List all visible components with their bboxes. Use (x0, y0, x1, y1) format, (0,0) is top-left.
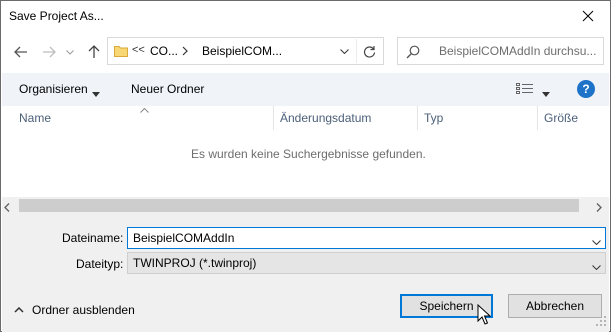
breadcrumb-overflow[interactable]: << (132, 44, 145, 56)
address-bar[interactable]: << CO... BeispielCOM... (107, 37, 384, 65)
horizontal-scrollbar[interactable] (2, 197, 609, 214)
refresh-button[interactable] (356, 39, 382, 63)
arrow-right-icon (43, 46, 56, 58)
save-form: Dateiname: BeispielCOMAddIn Dateityp: TW… (2, 214, 609, 332)
up-button[interactable] (83, 39, 105, 65)
column-divider[interactable] (273, 106, 274, 130)
cancel-button[interactable]: Abbrechen (508, 294, 602, 318)
forward-button[interactable] (37, 39, 61, 65)
back-button[interactable] (9, 39, 33, 65)
cancel-button-label: Abbrechen (525, 299, 585, 313)
chevron-down-icon[interactable] (592, 234, 601, 248)
organize-button[interactable]: Organisieren (19, 82, 88, 96)
chevron-down-icon (592, 259, 601, 273)
window-title: Save Project As... (9, 9, 104, 23)
filetype-label: Dateityp: (76, 257, 124, 271)
scrollbar-thumb[interactable] (19, 199, 579, 212)
column-divider[interactable] (417, 106, 418, 130)
arrow-up-icon (88, 45, 100, 58)
help-button[interactable]: ? (577, 80, 595, 98)
chevron-up-icon (14, 307, 24, 313)
arrow-left-icon (14, 46, 27, 58)
filename-field[interactable]: BeispielCOMAddIn (127, 227, 606, 249)
save-button-label: Speichern (419, 299, 474, 313)
save-dialog: Save Project As... << CO... BeispielCOM.… (0, 0, 611, 332)
close-button[interactable] (566, 1, 610, 31)
chevron-right-icon[interactable] (182, 45, 188, 59)
close-icon (582, 10, 594, 22)
search-input[interactable]: BeispielCOMAddIn durchsu... (397, 37, 604, 65)
scroll-left-icon[interactable] (4, 201, 10, 215)
scroll-right-icon[interactable] (596, 201, 602, 215)
column-name[interactable]: Name (19, 111, 51, 125)
breadcrumb-segment[interactable]: BeispielCOM... (202, 44, 282, 58)
search-placeholder: BeispielCOMAddIn durchsu... (439, 44, 597, 58)
column-divider[interactable] (537, 106, 538, 130)
empty-results-message: Es wurden keine Suchergebnisse gefunden. (191, 147, 426, 161)
column-date[interactable]: Änderungsdatum (280, 111, 371, 125)
breadcrumb-segment[interactable]: CO... (150, 44, 178, 58)
chevron-down-icon (66, 49, 74, 55)
folder-icon (114, 44, 128, 61)
command-bar: Organisieren Neuer Ordner ? (2, 73, 609, 106)
refresh-icon (363, 45, 376, 58)
chevron-down-icon[interactable] (542, 86, 550, 100)
column-type[interactable]: Typ (424, 111, 443, 125)
filetype-select[interactable]: TWINPROJ (*.twinproj) (127, 252, 606, 274)
chevron-down-icon (339, 48, 349, 54)
title-bar: Save Project As... (1, 1, 610, 31)
filetype-value: TWINPROJ (*.twinproj) (133, 256, 257, 270)
filename-value: BeispielCOMAddIn (133, 231, 235, 245)
hide-folders-toggle[interactable]: Ordner ausblenden (14, 303, 135, 317)
mouse-cursor-icon (477, 304, 491, 325)
recent-locations-button[interactable] (63, 39, 77, 65)
chevron-down-icon[interactable] (92, 86, 100, 100)
search-icon (406, 45, 420, 62)
new-folder-button[interactable]: Neuer Ordner (131, 82, 204, 96)
column-size[interactable]: Größe (544, 111, 578, 125)
view-options-icon[interactable] (516, 83, 534, 98)
column-header-row: Name Änderungsdatum Typ Größe (2, 106, 609, 130)
resize-grip-icon[interactable] (596, 315, 606, 329)
address-dropdown-button[interactable] (335, 39, 353, 63)
hide-folders-label: Ordner ausblenden (32, 303, 135, 317)
filename-label: Dateiname: (62, 231, 124, 245)
sort-indicator-icon (140, 102, 149, 116)
